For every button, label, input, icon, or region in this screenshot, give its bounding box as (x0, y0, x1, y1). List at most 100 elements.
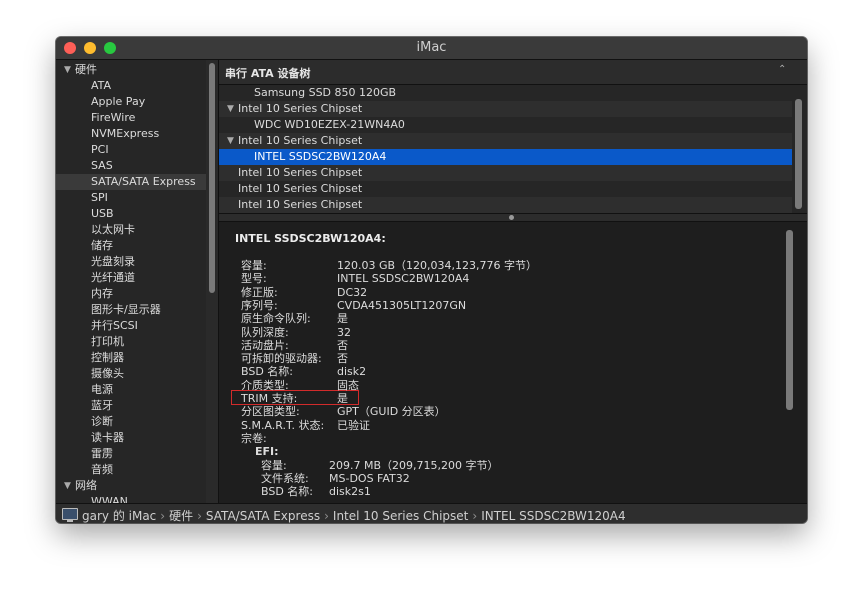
sidebar-item[interactable]: 诊断 (56, 414, 206, 430)
sidebar-item-label: 打印机 (91, 335, 124, 348)
breadcrumb-separator: › (324, 509, 329, 523)
system-information-window: iMac ▼ 硬件 ATA Apple Pay FireWire NVMExpress PC… (56, 37, 807, 523)
property-key: TRIM 支持: (241, 392, 298, 405)
sidebar-item[interactable]: NVMExpress (56, 126, 206, 142)
breadcrumb-separator: › (160, 509, 166, 523)
pane-splitter[interactable] (219, 213, 807, 222)
sidebar-item[interactable]: Apple Pay (56, 94, 206, 110)
property-key: 序列号: (241, 298, 278, 312)
tree-row[interactable]: INTEL SSDSC2BW120A4 (219, 149, 792, 165)
device-tree-header[interactable]: 串行 ATA 设备树 ⌃ (219, 60, 807, 85)
detail-scrollbar-track[interactable] (782, 222, 807, 503)
sidebar-item[interactable]: WWAN (56, 494, 206, 503)
sidebar-item-label: FireWire (91, 111, 136, 124)
splitter-handle-icon[interactable] (509, 215, 514, 220)
breadcrumb-separator: › (197, 509, 202, 523)
imac-icon (62, 508, 78, 522)
sidebar-item[interactable]: 以太网卡 (56, 222, 206, 238)
tree-row[interactable]: Intel 10 Series Chipset (219, 165, 792, 181)
sidebar-item-label: NVMExpress (91, 127, 160, 140)
sidebar-scrollbar-thumb[interactable] (209, 63, 215, 293)
sidebar-group-label: 硬件 (75, 63, 97, 76)
sidebar-item[interactable]: 储存 (56, 238, 206, 254)
sidebar-item[interactable]: 控制器 (56, 350, 206, 366)
sidebar-item-label: 光盘刻录 (91, 255, 135, 268)
sidebar-item-label: 图形卡/显示器 (91, 303, 161, 316)
sidebar-item[interactable]: SAS (56, 158, 206, 174)
breadcrumb-item[interactable]: INTEL SSDSC2BW120A4 (481, 509, 625, 523)
property-key: 修正版: (241, 285, 278, 299)
breadcrumb: gary 的 iMac › 硬件 › SATA/SATA Express › Intel 1… (82, 507, 626, 523)
property-value: disk2 (337, 365, 367, 379)
sidebar-item-label: SAS (91, 159, 113, 172)
sidebar-group[interactable]: ▼ 硬件 (56, 62, 206, 78)
property-value: 120.03 GB（120,034,123,776 字节） (337, 259, 538, 272)
sidebar-item[interactable]: USB (56, 206, 206, 222)
sidebar-item[interactable]: 打印机 (56, 334, 206, 350)
sidebar-item-label: 储存 (91, 239, 113, 252)
tree-scrollbar-thumb[interactable] (795, 99, 802, 209)
sidebar-item[interactable]: 音频 (56, 462, 206, 478)
disclosure-triangle-icon[interactable]: ▼ (227, 101, 234, 117)
property-key: 原生命令队列: (241, 312, 311, 326)
sidebar-item[interactable]: FireWire (56, 110, 206, 126)
breadcrumb-item[interactable]: 硬件 (169, 509, 193, 523)
sidebar-item[interactable]: 摄像头 (56, 366, 206, 382)
detail-scrollbar-thumb[interactable] (786, 230, 793, 410)
breadcrumb-item[interactable]: gary 的 iMac (82, 509, 156, 523)
device-tree: Samsung SSD 850 120GB ▼ Intel 10 Series Ch… (219, 85, 792, 213)
property-key: 宗卷: (241, 431, 267, 445)
property-key: 型号: (241, 272, 267, 286)
sidebar-item-label: 光纤通道 (91, 271, 135, 284)
disclosure-triangle-icon[interactable]: ▼ (227, 133, 234, 149)
volume-property-value: 209.7 MB（209,715,200 字节） (329, 458, 499, 472)
sidebar-item[interactable]: ATA (56, 78, 206, 94)
sidebar-item[interactable]: 读卡器 (56, 430, 206, 446)
breadcrumb-item[interactable]: SATA/SATA Express (206, 509, 320, 523)
detail-title: INTEL SSDSC2BW120A4: (235, 232, 386, 245)
property-key: 介质类型: (241, 378, 289, 392)
sidebar-item-label: 以太网卡 (91, 223, 135, 236)
chevron-up-icon[interactable]: ⌃ (778, 64, 786, 75)
sidebar-item[interactable]: SPI (56, 190, 206, 206)
tree-row[interactable]: Samsung SSD 850 120GB (219, 85, 792, 101)
sidebar-item[interactable]: SATA/SATA Express (56, 174, 206, 190)
volume-property-key: 文件系统: (261, 471, 309, 485)
property-key: 可拆卸的驱动器: (241, 352, 322, 366)
sidebar-item[interactable]: 并行SCSI (56, 318, 206, 334)
tree-row-label: Intel 10 Series Chipset (238, 134, 363, 147)
property-value: 是 (337, 312, 348, 326)
sidebar-item-label: 控制器 (91, 351, 124, 364)
sidebar-item[interactable]: 光纤通道 (56, 270, 206, 286)
sidebar-item-label: 摄像头 (91, 367, 124, 380)
breadcrumb-item[interactable]: Intel 10 Series Chipset (333, 509, 468, 523)
sidebar: ▼ 硬件 ATA Apple Pay FireWire NVMExpress PCI SAS S… (56, 60, 206, 503)
disclosure-triangle-icon[interactable]: ▼ (64, 62, 71, 78)
disclosure-triangle-icon[interactable]: ▼ (64, 478, 71, 494)
sidebar-item[interactable]: 雷雳 (56, 446, 206, 462)
sidebar-item[interactable]: 电源 (56, 382, 206, 398)
tree-row[interactable]: WDC WD10EZEX-21WN4A0 (219, 117, 792, 133)
sidebar-item[interactable]: 图形卡/显示器 (56, 302, 206, 318)
tree-row[interactable]: Intel 10 Series Chipset (219, 197, 792, 213)
sidebar-item-label: 读卡器 (91, 431, 124, 444)
sidebar-item-label: WWAN (91, 495, 128, 503)
tree-row[interactable]: ▼ Intel 10 Series Chipset (219, 101, 792, 117)
sidebar-item-label: ATA (91, 79, 112, 92)
sidebar-item[interactable]: 内存 (56, 286, 206, 302)
sidebar-item[interactable]: 蓝牙 (56, 398, 206, 414)
property-key: 队列深度: (241, 325, 289, 339)
property-value: 已验证 (337, 418, 370, 432)
detail-pane: INTEL SSDSC2BW120A4: 容量: 120.03 GB（120,03… (219, 222, 782, 503)
tree-row[interactable]: ▼ Intel 10 Series Chipset (219, 133, 792, 149)
sidebar-item-label: Apple Pay (91, 95, 146, 108)
sidebar-item-label: SPI (91, 191, 108, 204)
property-key: 容量: (241, 259, 267, 272)
tree-row[interactable]: Intel 10 Series Chipset (219, 181, 792, 197)
sidebar-item[interactable]: 光盘刻录 (56, 254, 206, 270)
sidebar-group[interactable]: ▼ 网络 (56, 478, 206, 494)
breadcrumb-separator: › (472, 509, 478, 523)
property-value: INTEL SSDSC2BW120A4 (337, 272, 470, 286)
sidebar-item[interactable]: PCI (56, 142, 206, 158)
volume-property-key: BSD 名称: (261, 485, 314, 499)
